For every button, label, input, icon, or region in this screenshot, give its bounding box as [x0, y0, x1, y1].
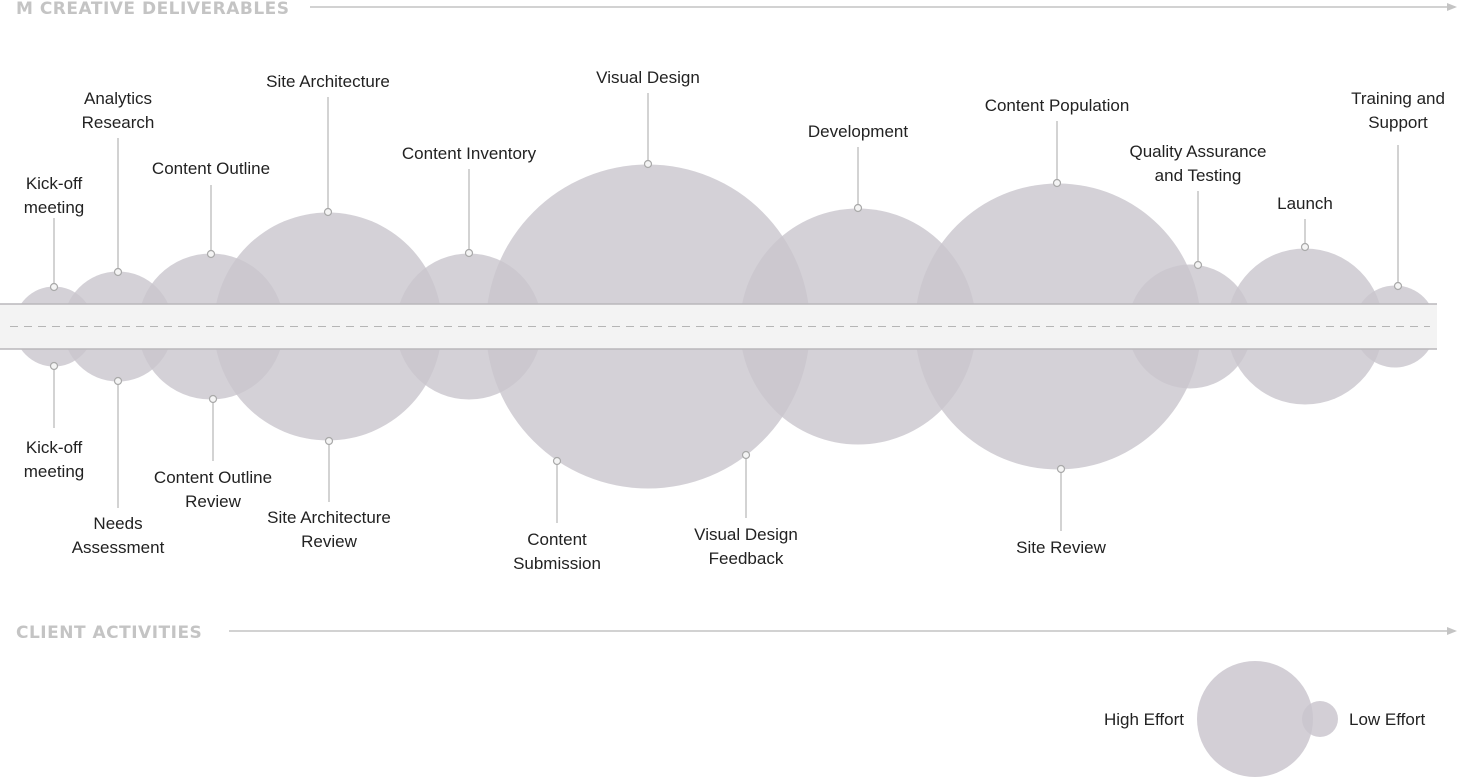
bottom-site-review-label: Site Review [1016, 538, 1106, 557]
top-training-and-support-label: Training and Support [1351, 89, 1445, 132]
bottom-needs-assessment-label-line: Assessment [72, 538, 165, 557]
bottom-visual-design-feedback-label-line: Feedback [709, 549, 784, 568]
top-training-and-support-connector-dot [1393, 281, 1403, 291]
top-training-and-support-label-line: Support [1368, 113, 1428, 132]
bottom-content-outline-review-label-line: Content Outline [154, 468, 272, 487]
top-site-architecture-label: Site Architecture [266, 72, 390, 91]
top-content-outline-label-line: Content Outline [152, 159, 270, 178]
top-launch-label: Launch [1277, 194, 1333, 213]
top-kick-off-meeting-label-line: meeting [24, 198, 84, 217]
effort-timeline-diagram: M CREATIVE DELIVERABLES Kick-off meeting A… [0, 0, 1457, 777]
top-content-population-label: Content Population [985, 96, 1130, 115]
top-kick-off-meeting-connector-dot [49, 282, 59, 292]
bottom-content-outline-review-label-line: Review [185, 492, 241, 511]
top-quality-assurance-and-testing-label-line: and Testing [1155, 166, 1242, 185]
bottom-needs-assessment-connector-dot [113, 376, 123, 386]
bottom-kick-off-meeting-connector-dot [49, 361, 59, 371]
legend-low-effort-label: Low Effort [1349, 710, 1426, 729]
top-content-population-connector-dot [1052, 178, 1062, 188]
top-training-and-support-label-line: Training and [1351, 89, 1445, 108]
bottom-visual-design-feedback-connector-dot [741, 450, 751, 460]
bottom-content-submission-label-line: Submission [513, 554, 601, 573]
top-kick-off-meeting-label-line: Kick-off [26, 174, 83, 193]
bottom-content-submission-label: Content Submission [513, 530, 601, 573]
top-development-label: Development [808, 122, 908, 141]
top-quality-assurance-and-testing-label-line: Quality Assurance [1129, 142, 1266, 161]
top-content-inventory-connector-dot [464, 248, 474, 258]
bottom-content-outline-review-label: Content Outline Review [154, 468, 272, 511]
top-content-inventory-label: Content Inventory [402, 144, 537, 163]
legend-high-effort-bubble [1197, 661, 1313, 777]
top-kick-off-meeting-label: Kick-off meeting [24, 174, 84, 217]
bottom-content-outline-review-connector-dot [208, 394, 218, 404]
bottom-needs-assessment-label: Needs Assessment [72, 514, 165, 557]
bottom-content-submission-connector-dot [552, 456, 562, 466]
legend-high-effort-label: High Effort [1104, 710, 1184, 729]
bottom-kick-off-meeting-label-line: meeting [24, 462, 84, 481]
top-visual-design-connector-dot [643, 159, 653, 169]
top-visual-design-label-line: Visual Design [596, 68, 700, 87]
top-analytics-research-connector-dot [113, 267, 123, 277]
top-launch-label-line: Launch [1277, 194, 1333, 213]
top-development-label-line: Development [808, 122, 908, 141]
legend: High Effort Low Effort [1104, 661, 1426, 777]
top-site-architecture-connector-dot [323, 207, 333, 217]
bottom-kick-off-meeting-label-line: Kick-off [26, 438, 83, 457]
deliverables-section-title: M CREATIVE DELIVERABLES [16, 0, 290, 19]
top-quality-assurance-and-testing-connector-dot [1193, 260, 1203, 270]
top-content-outline-label: Content Outline [152, 159, 270, 178]
top-analytics-research-label-line: Research [82, 113, 155, 132]
bottom-content-submission-label-line: Content [527, 530, 587, 549]
top-quality-assurance-and-testing-label: Quality Assurance and Testing [1129, 142, 1266, 185]
top-site-architecture-label-line: Site Architecture [266, 72, 390, 91]
client-activities-section-title: CLIENT ACTIVITIES [16, 623, 202, 643]
bottom-site-architecture-review-label: Site Architecture Review [267, 508, 391, 551]
bottom-visual-design-feedback-label-line: Visual Design [694, 525, 798, 544]
bottom-needs-assessment-label-line: Needs [93, 514, 142, 533]
timeline-band [0, 303, 1437, 350]
top-analytics-research-label: Analytics Research [82, 89, 155, 132]
top-development-connector-dot [853, 203, 863, 213]
bottom-site-architecture-review-label-line: Review [301, 532, 357, 551]
top-analytics-research-label-line: Analytics [84, 89, 152, 108]
top-visual-design-label: Visual Design [596, 68, 700, 87]
top-content-inventory-label-line: Content Inventory [402, 144, 537, 163]
top-content-outline-connector-dot [206, 249, 216, 259]
bottom-site-architecture-review-connector-dot [324, 436, 334, 446]
bottom-site-architecture-review-label-line: Site Architecture [267, 508, 391, 527]
bottom-site-review-label-line: Site Review [1016, 538, 1106, 557]
bottom-site-review-connector-dot [1056, 464, 1066, 474]
legend-low-effort-bubble [1302, 701, 1338, 737]
bottom-kick-off-meeting-label: Kick-off meeting [24, 438, 84, 481]
bottom-visual-design-feedback-label: Visual Design Feedback [694, 525, 798, 568]
top-launch-connector-dot [1300, 242, 1310, 252]
top-content-population-label-line: Content Population [985, 96, 1130, 115]
